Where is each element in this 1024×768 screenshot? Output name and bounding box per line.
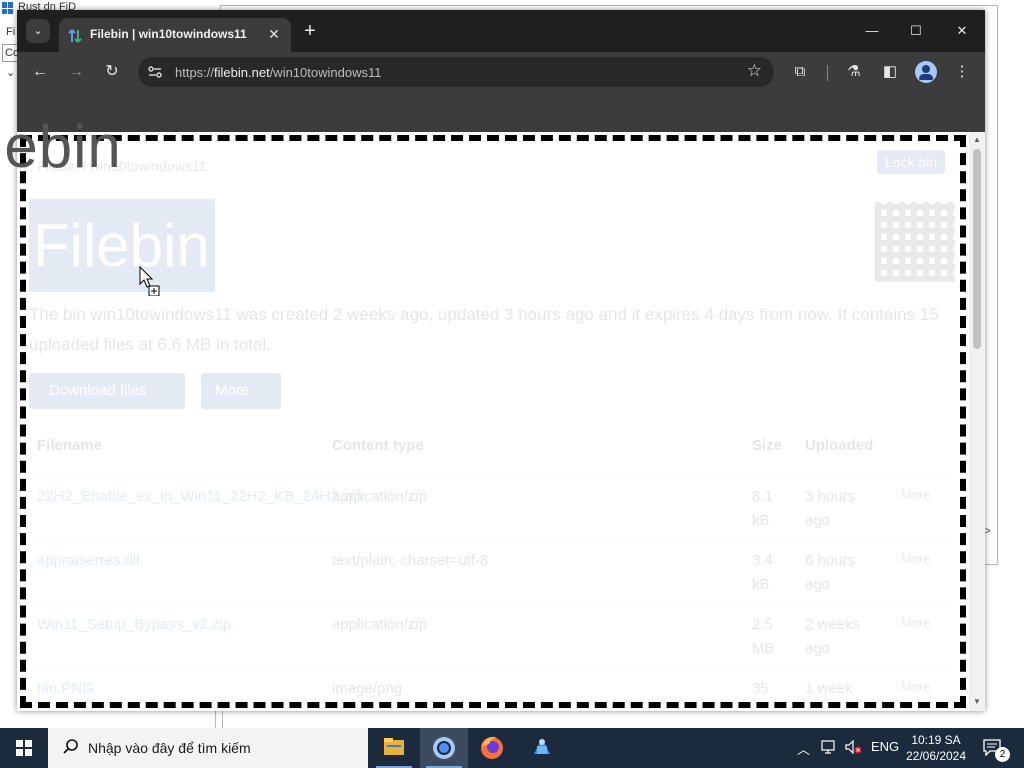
labs-icon[interactable]: ⚗: [843, 61, 865, 83]
notification-badge: 2: [995, 747, 1010, 762]
browser-toolbar: ← → ↻ https://filebin.net/win10towindows…: [17, 52, 985, 92]
tab-filebin[interactable]: Filebin | win10towindows11 ✕: [59, 18, 291, 52]
profile-icon[interactable]: [915, 61, 937, 83]
menu-icon[interactable]: ⋮: [951, 61, 973, 83]
bookmark-star-icon[interactable]: ☆: [747, 61, 762, 81]
file-link[interactable]: 22H2_Enable_ex_in_Win11_22H2_KB_24H2.zip: [37, 485, 362, 509]
column-header-uploaded[interactable]: Uploaded: [805, 437, 873, 454]
row-more-button[interactable]: More: [901, 551, 931, 566]
tab-strip: ⌄ Filebin | win10towindows11 ✕ + — ☐ ✕: [17, 10, 985, 52]
tab-title: Filebin | win10towindows11: [90, 27, 247, 41]
extensions-icon[interactable]: ⧉: [789, 61, 811, 83]
browser-window: ⌄ Filebin | win10towindows11 ✕ + — ☐ ✕ ←…: [17, 10, 985, 711]
file-explorer-icon[interactable]: [370, 728, 418, 768]
forward-icon[interactable]: →: [65, 61, 87, 83]
clock-time: 10:19 SA: [911, 733, 961, 747]
uploaded-time: 1 week: [805, 680, 853, 697]
filebin-page: Filebin / win10towindows11 Lock bin File…: [17, 132, 969, 711]
file-link[interactable]: bin.PNG: [37, 677, 257, 701]
app-icon[interactable]: [518, 728, 566, 768]
bin-description: The bin win10towindows11 was created 2 w…: [29, 305, 939, 354]
tab-search-icon[interactable]: ⌄: [26, 19, 50, 43]
reload-icon[interactable]: ↻: [101, 61, 123, 83]
scroll-right-icon[interactable]: >: [985, 526, 991, 537]
language-indicator[interactable]: ENG: [871, 739, 899, 754]
qr-code: [875, 202, 955, 282]
drag-ghost-text: iebin: [0, 113, 122, 180]
network-icon[interactable]: [820, 739, 838, 758]
scroll-up-icon[interactable]: ▲: [973, 135, 981, 144]
minimize-icon[interactable]: —: [858, 18, 886, 44]
search-placeholder: Nhập vào đây để tìm kiếm: [88, 740, 251, 756]
toolbar-divider: [827, 65, 828, 81]
scrollbar-thumb[interactable]: [973, 149, 981, 349]
firefox-icon[interactable]: [468, 728, 516, 768]
chrome-icon[interactable]: [420, 728, 468, 768]
chevron-up-icon[interactable]: ︿: [797, 739, 810, 758]
uploaded-time: 6 hours ago: [805, 552, 856, 593]
file-size: 2.5 MB: [752, 616, 775, 657]
more-button[interactable]: More: [201, 373, 281, 409]
file-size: 3.4 kB: [752, 552, 773, 593]
lock-bin-button[interactable]: Lock bin: [877, 150, 946, 174]
row-more-button[interactable]: More: [901, 679, 931, 694]
favicon-icon: [68, 29, 82, 43]
content-type: text/plain; charset=utf-8: [332, 552, 489, 569]
url-text: https://filebin.net/win10towindows11: [175, 65, 382, 80]
content-type: image/png: [332, 680, 403, 697]
uploaded-time: 2 weeks ago: [805, 616, 861, 657]
table-row: 22H2_Enable_ex_in_Win11_22H2_KB_24H2.zip…: [29, 474, 954, 538]
address-bar[interactable]: https://filebin.net/win10towindows11 ☆: [138, 57, 774, 87]
maximize-icon[interactable]: ☐: [902, 18, 930, 44]
page-viewport: Filebin / win10towindows11 Lock bin File…: [17, 132, 985, 711]
column-header-filename[interactable]: Filename: [37, 437, 102, 454]
close-window-icon[interactable]: ✕: [948, 18, 976, 44]
search-icon: [62, 738, 80, 756]
column-header-size[interactable]: Size: [752, 437, 782, 454]
site-info-icon[interactable]: [147, 64, 163, 80]
taskbar-search-input[interactable]: Nhập vào đây để tìm kiếm: [48, 728, 368, 768]
volume-muted-icon[interactable]: [844, 739, 862, 758]
vertical-scrollbar[interactable]: ▲ ▼: [969, 132, 985, 711]
table-row: appraiserres.dll text/plain; charset=utf…: [29, 538, 954, 602]
scroll-down-icon[interactable]: ▼: [973, 697, 981, 706]
app-icon: [2, 2, 14, 14]
content-type: application/zip: [332, 616, 428, 633]
close-tab-icon[interactable]: ✕: [265, 25, 283, 43]
chevron-down-icon[interactable]: ⌄: [6, 66, 15, 79]
file-size: 8.1 kB: [752, 488, 773, 529]
table-row: bin.PNG image/png 35 1 week More: [29, 666, 954, 711]
file-link[interactable]: Win11_Setup_Bypass_v2.zip: [37, 613, 297, 637]
background-address-field[interactable]: Co: [2, 44, 19, 62]
cursor-icon: [139, 265, 163, 297]
download-files-button[interactable]: Download files: [29, 373, 185, 409]
taskbar: Nhập vào đây để tìm kiếm ︿ ENG 10:19 SA …: [0, 728, 1024, 768]
clock-date: 22/06/2024: [905, 749, 967, 763]
file-size: 35: [752, 680, 769, 697]
file-link[interactable]: appraiserres.dll: [37, 549, 257, 573]
bookmarks-bar: [17, 92, 985, 132]
back-icon[interactable]: ←: [29, 61, 51, 83]
logo: Filebin: [29, 199, 215, 292]
row-more-button[interactable]: More: [901, 487, 931, 502]
notification-center-icon[interactable]: 2: [982, 738, 1010, 762]
row-more-button[interactable]: More: [901, 615, 931, 630]
uploaded-time: 3 hours ago: [805, 488, 856, 529]
column-header-content-type[interactable]: Content type: [332, 437, 424, 454]
content-type: application/zip: [332, 488, 428, 505]
background-menu[interactable]: Fi: [6, 26, 15, 38]
windows-start-icon[interactable]: [0, 728, 48, 768]
new-tab-icon[interactable]: +: [299, 20, 321, 42]
side-panel-icon[interactable]: ◧: [879, 61, 901, 83]
clock[interactable]: 10:19 SA 22/06/2024: [904, 732, 968, 764]
table-row: Win11_Setup_Bypass_v2.zip application/zi…: [29, 602, 954, 666]
